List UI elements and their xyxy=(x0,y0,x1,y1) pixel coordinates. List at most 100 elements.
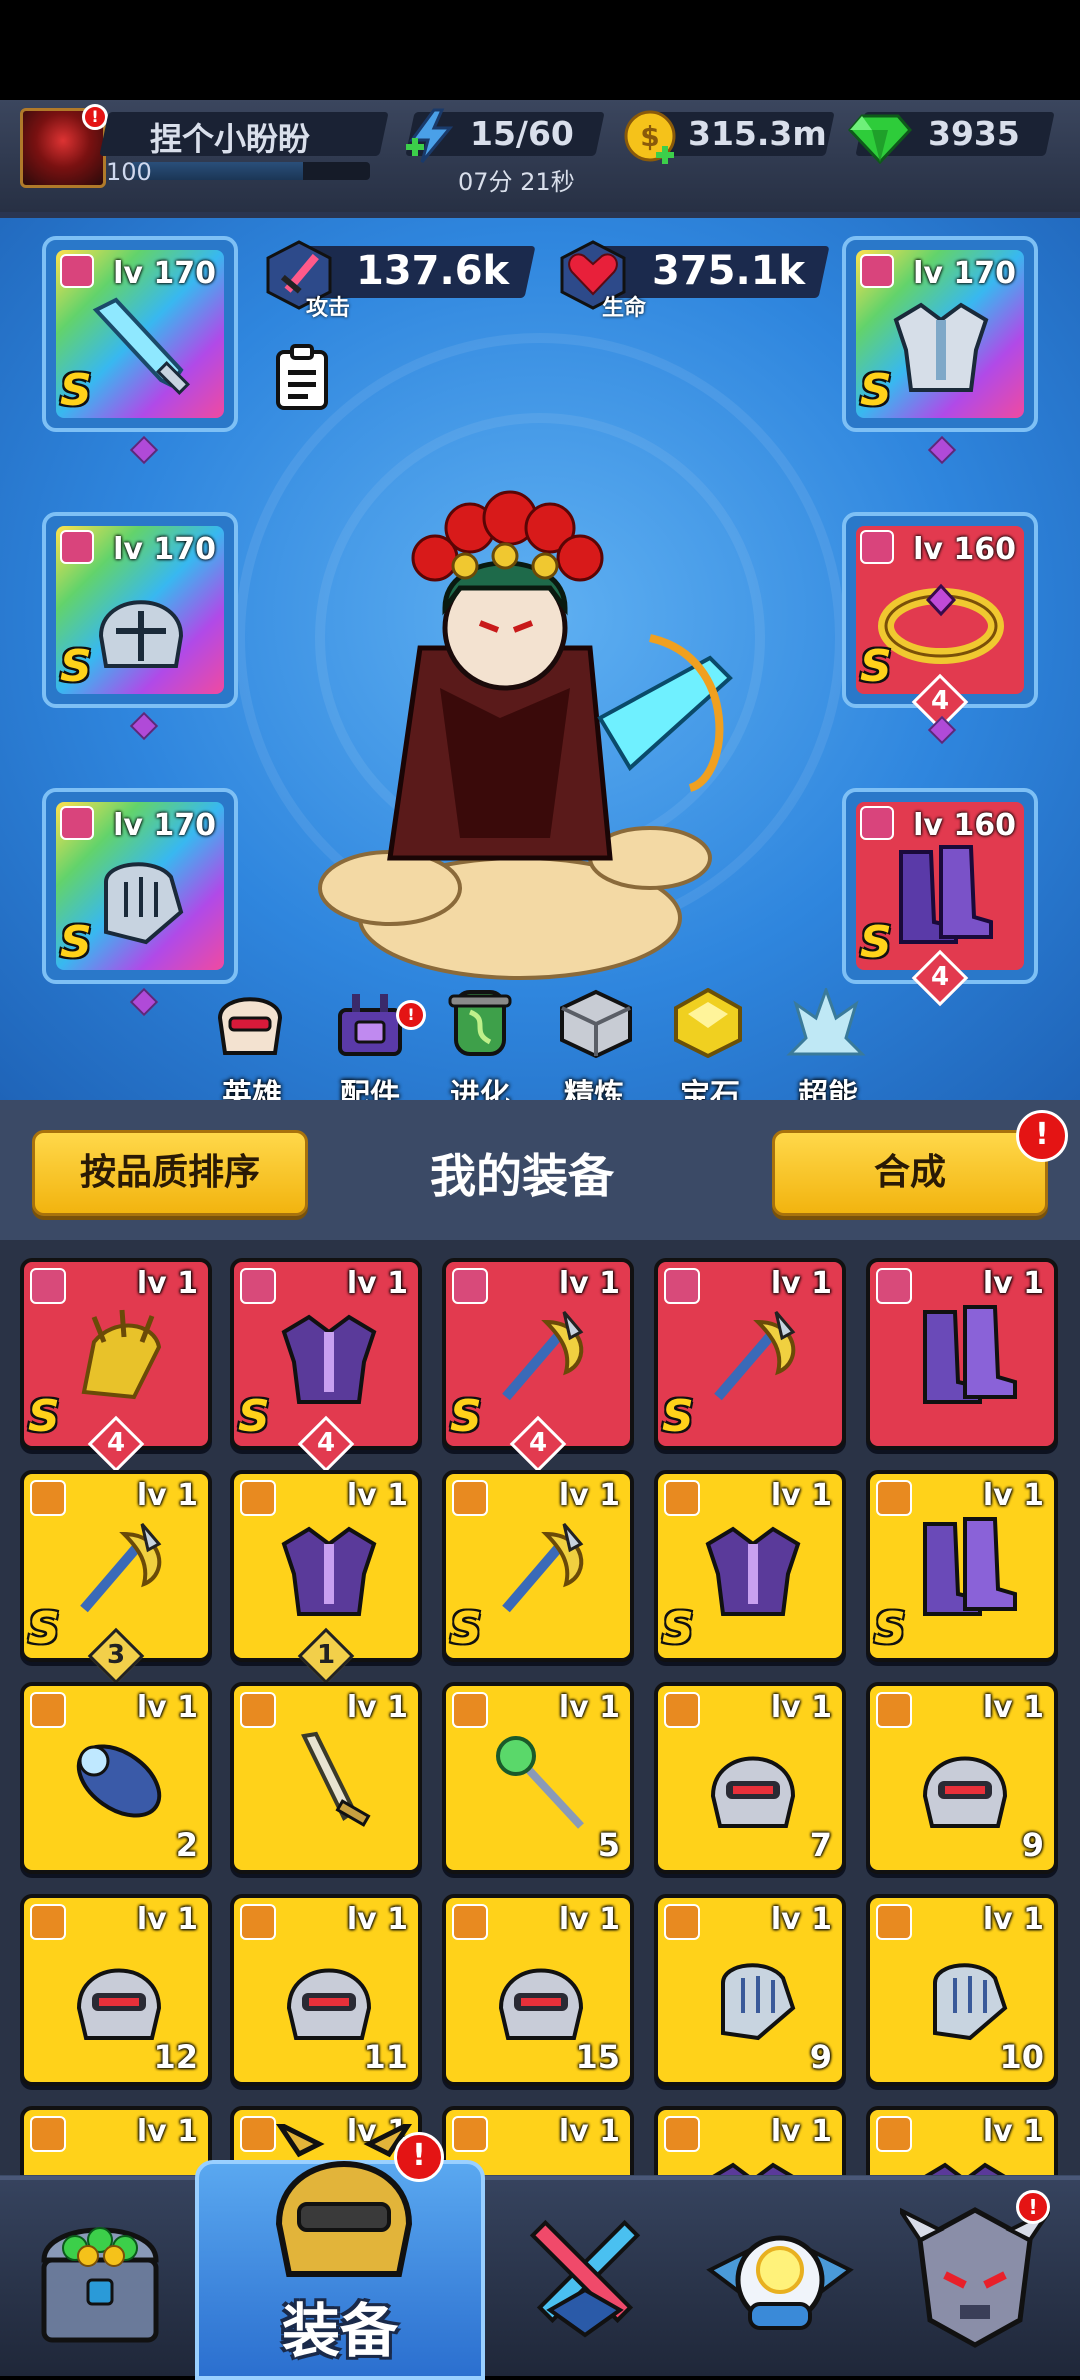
inventory-item[interactable]: lv 1 xyxy=(230,1682,422,1874)
helmet-icon xyxy=(286,1968,372,2040)
inventory-item[interactable]: lv 1 S xyxy=(654,1470,846,1662)
item-type-icon xyxy=(876,2116,912,2152)
item-type-icon xyxy=(452,1268,488,1304)
inventory-item[interactable]: lv 1 5 xyxy=(442,1682,634,1874)
tab-equipment[interactable]: 装备 xyxy=(195,2124,485,2380)
item-quality: S xyxy=(450,1391,482,1442)
armor-icon xyxy=(924,2162,1006,2175)
axe-icon xyxy=(714,1311,796,1401)
item-type-icon xyxy=(664,1904,700,1940)
item-type-icon xyxy=(30,2116,66,2152)
inventory-item[interactable]: lv 1 S 3 xyxy=(20,1470,212,1685)
inventory-item[interactable]: lv 1 S 4 xyxy=(20,1258,212,1473)
inventory-item[interactable]: lv 1 1 xyxy=(230,1470,422,1685)
item-type-icon xyxy=(664,1480,700,1516)
item-level: lv 1 xyxy=(558,1266,620,1301)
equip-slot-helmet[interactable]: lv 170 S xyxy=(42,512,238,708)
gauntlet-icon xyxy=(933,1963,1008,2041)
inventory-item[interactable]: lv 1 xyxy=(866,1258,1058,1450)
evolve-menu-icon[interactable] xyxy=(440,988,520,1058)
item-level: lv 1 xyxy=(136,1690,198,1725)
equip-slot-weapon[interactable]: lv 170 S xyxy=(42,236,238,432)
slot-quality: S xyxy=(60,641,92,692)
item-type-icon xyxy=(30,1692,66,1728)
item-type-icon xyxy=(452,1480,488,1516)
item-count: 15 xyxy=(575,2038,620,2076)
gem-menu-icon[interactable] xyxy=(668,988,748,1058)
inventory-item[interactable]: lv 1 S xyxy=(866,1470,1058,1662)
merge-button[interactable]: 合成 xyxy=(772,1130,1048,1216)
ring-type-icon xyxy=(860,530,894,564)
item-type-icon xyxy=(30,1904,66,1940)
item-level: lv 1 xyxy=(558,1902,620,1937)
equip-slot-ring[interactable]: lv 160 S 4 xyxy=(842,512,1038,731)
inventory-item[interactable]: lv 1 10 xyxy=(866,1894,1058,2086)
slot-quality: S xyxy=(60,365,92,416)
hero-menu-icon[interactable] xyxy=(210,988,290,1058)
sort-by-quality-button[interactable]: 按品质排序 xyxy=(32,1130,308,1216)
inventory-item[interactable]: lv 1 12 xyxy=(20,1894,212,2086)
item-count: 11 xyxy=(363,2038,408,2076)
item-type-icon xyxy=(876,1480,912,1516)
inventory-item[interactable]: lv 1 S 4 xyxy=(230,1258,422,1473)
inventory-item[interactable]: lv 1 9 xyxy=(866,1682,1058,1874)
slot-quality: S xyxy=(60,917,92,968)
xp-bar-fill xyxy=(130,162,303,180)
item-level: lv 1 xyxy=(136,1266,198,1301)
clipboard-icon[interactable] xyxy=(274,344,330,410)
inventory-item[interactable]: lv 1 S xyxy=(442,1470,634,1662)
stack-count: 4 xyxy=(106,1428,126,1458)
pet-icon[interactable] xyxy=(700,2200,860,2350)
inventory-item[interactable]: lv 1 11 xyxy=(230,1894,422,2086)
equip-slot-armor[interactable]: lv 170 S xyxy=(842,236,1038,432)
item-count: 5 xyxy=(597,1826,620,1864)
super-menu-icon[interactable] xyxy=(786,988,866,1058)
inventory-item[interactable]: lv 1 2 xyxy=(20,1682,212,1874)
gauntlet-icon xyxy=(721,1963,796,2041)
sword-icon xyxy=(92,297,190,395)
sword-icon xyxy=(301,1731,371,1827)
item-type-icon xyxy=(664,1692,700,1728)
item-type-icon xyxy=(240,1904,276,1940)
helmet-icon xyxy=(922,1756,1008,1828)
item-level: lv 1 xyxy=(770,1478,832,1513)
item-level: lv 1 xyxy=(770,1902,832,1937)
inventory-item[interactable]: lv 1 15 xyxy=(442,1894,634,2086)
item-type-icon xyxy=(452,2116,488,2152)
armor-icon xyxy=(705,1526,801,1616)
helmet-type-icon xyxy=(60,530,94,564)
stack-count: 1 xyxy=(316,1640,336,1670)
slot-quality: S xyxy=(860,641,892,692)
swords-icon[interactable] xyxy=(510,2200,660,2350)
svg-text:$: $ xyxy=(640,120,659,153)
inventory-item[interactable]: lv 1 xyxy=(654,2106,846,2175)
gem-icon[interactable] xyxy=(848,112,912,164)
equip-slot-gauntlet[interactable]: lv 170 S xyxy=(42,788,238,984)
inventory-item[interactable]: lv 1 xyxy=(20,2106,212,2175)
item-level: lv 1 xyxy=(136,2114,198,2149)
chest-icon[interactable] xyxy=(30,2200,170,2350)
inventory-item[interactable]: lv 1 S 4 xyxy=(442,1258,634,1473)
stack-count: 4 xyxy=(528,1428,548,1458)
inventory-item[interactable]: lv 1 xyxy=(866,2106,1058,2175)
hero-character[interactable] xyxy=(270,458,790,1018)
inventory-item[interactable]: lv 1 9 xyxy=(654,1894,846,2086)
slot-level: lv 170 xyxy=(113,808,216,843)
item-level: lv 1 xyxy=(558,2114,620,2149)
armor-type-icon xyxy=(860,254,894,288)
player-level: 100 xyxy=(106,158,152,186)
item-type-icon xyxy=(240,1692,276,1728)
item-level: lv 1 xyxy=(770,1266,832,1301)
refine-menu-icon[interactable] xyxy=(556,988,636,1058)
bottom-nav: 装备 ! ! xyxy=(0,2124,1080,2380)
item-level: lv 1 xyxy=(982,1478,1044,1513)
item-level: lv 1 xyxy=(558,1690,620,1725)
equip-slot-boots[interactable]: lv 160 S 4 xyxy=(842,788,1038,1007)
gold-coin-icon[interactable]: $ xyxy=(622,108,682,168)
item-level: lv 1 xyxy=(770,1690,832,1725)
helmet-icon xyxy=(98,600,184,668)
inventory-item[interactable]: lv 1 7 xyxy=(654,1682,846,1874)
item-level: lv 1 xyxy=(770,2114,832,2149)
boots-icon xyxy=(923,1305,1017,1404)
inventory-item[interactable]: lv 1 S xyxy=(654,1258,846,1450)
